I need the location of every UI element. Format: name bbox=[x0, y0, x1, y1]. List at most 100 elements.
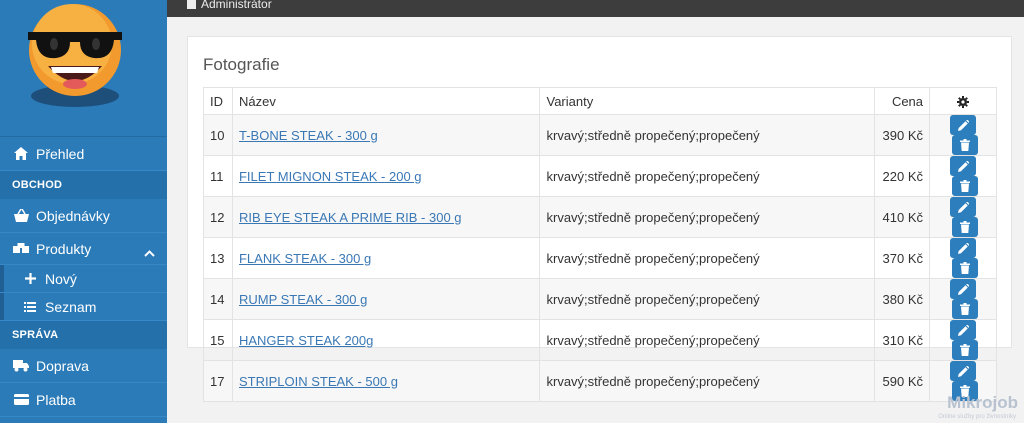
cell-id: 14 bbox=[203, 278, 233, 320]
products-table: ID Název Varianty Cena 10 T-BONE STEAK - … bbox=[203, 87, 997, 402]
sidebar-item-label: Přehled bbox=[36, 145, 85, 162]
cubes-icon bbox=[12, 242, 30, 255]
trash-icon bbox=[960, 180, 970, 192]
column-header-id[interactable]: ID bbox=[203, 87, 233, 115]
sidebar-item-label: Produkty bbox=[36, 240, 92, 257]
edit-button[interactable] bbox=[950, 197, 976, 217]
cell-price: 370 Kč bbox=[874, 237, 931, 279]
table-row: 10 T-BONE STEAK - 300 g krvavý;středně pro… bbox=[203, 114, 997, 156]
product-link[interactable]: FLANK STEAK - 300 g bbox=[239, 251, 371, 266]
sidebar-item-label: Nový bbox=[45, 270, 77, 287]
edit-button[interactable] bbox=[950, 320, 976, 340]
column-header-actions bbox=[929, 87, 997, 115]
cell-variants: krvavý;středně propečený;propečený bbox=[539, 237, 876, 279]
sidebar-item-seznam[interactable]: Seznam bbox=[0, 293, 167, 321]
avatar-area bbox=[0, 0, 167, 137]
sidebar-item-doprava[interactable]: Doprava bbox=[0, 349, 167, 383]
cell-name: FILET MIGNON STEAK - 200 g bbox=[231, 155, 541, 197]
sidebar: Přehled OBCHOD Objednávky Produkty Nový … bbox=[0, 0, 167, 423]
cell-actions bbox=[929, 319, 997, 361]
sidebar-item-label: Platba bbox=[36, 391, 76, 408]
edit-button[interactable] bbox=[950, 361, 976, 381]
user-menu[interactable]: Administrátor bbox=[187, 0, 272, 11]
cell-variants: krvavý;středně propečený;propečený bbox=[539, 196, 876, 238]
table-row: 11 FILET MIGNON STEAK - 200 g krvavý;střed… bbox=[203, 155, 997, 197]
cell-actions bbox=[929, 278, 997, 320]
delete-button[interactable] bbox=[952, 217, 978, 237]
product-link[interactable]: T-BONE STEAK - 300 g bbox=[239, 128, 378, 143]
product-link[interactable]: RUMP STEAK - 300 g bbox=[239, 292, 367, 307]
column-header-price[interactable]: Cena bbox=[874, 87, 931, 115]
edit-button[interactable] bbox=[950, 115, 976, 135]
cell-name: RUMP STEAK - 300 g bbox=[231, 278, 541, 320]
delete-button[interactable] bbox=[952, 299, 978, 319]
delete-button[interactable] bbox=[952, 176, 978, 196]
table-row: 12 RIB EYE STEAK A PRIME RIB - 300 g krvav… bbox=[203, 196, 997, 238]
delete-button[interactable] bbox=[952, 258, 978, 278]
cell-name: T-BONE STEAK - 300 g bbox=[231, 114, 541, 156]
trash-icon bbox=[960, 139, 970, 151]
edit-button[interactable] bbox=[950, 156, 976, 176]
user-name: Administrátor bbox=[201, 0, 272, 11]
cell-id: 17 bbox=[203, 360, 233, 402]
photos-panel: Fotografie ID Název Varianty Cena 10 T-BO… bbox=[187, 36, 1012, 402]
table-row: 15 HANGER STEAK 200g krvavý;středně propeč… bbox=[203, 319, 997, 361]
cell-price: 220 Kč bbox=[874, 155, 931, 197]
table-row: 13 FLANK STEAK - 300 g krvavý;středně prop… bbox=[203, 237, 997, 279]
cell-variants: krvavý;středně propečený;propečený bbox=[539, 319, 876, 361]
table-header-row: ID Název Varianty Cena bbox=[203, 87, 997, 115]
product-link[interactable]: HANGER STEAK 200g bbox=[239, 333, 373, 348]
page-title: Fotografie bbox=[203, 55, 280, 74]
cell-id: 11 bbox=[203, 155, 233, 197]
pencil-icon bbox=[957, 201, 969, 213]
plus-icon bbox=[22, 273, 38, 284]
sidebar-item-platba[interactable]: Platba bbox=[0, 383, 167, 417]
cell-price: 380 Kč bbox=[874, 278, 931, 320]
section-heading-sprava: SPRÁVA bbox=[0, 321, 167, 349]
table-row: 14 RUMP STEAK - 300 g krvavý;středně prope… bbox=[203, 278, 997, 320]
top-bar: Administrátor bbox=[167, 0, 1024, 17]
pencil-icon bbox=[957, 324, 969, 336]
chevron-up-icon[interactable] bbox=[144, 244, 155, 260]
cell-variants: krvavý;středně propečený;propečený bbox=[539, 114, 876, 156]
edit-button[interactable] bbox=[950, 238, 976, 258]
trash-icon bbox=[960, 303, 970, 315]
cell-name: FLANK STEAK - 300 g bbox=[231, 237, 541, 279]
cell-name: HANGER STEAK 200g bbox=[231, 319, 541, 361]
list-icon bbox=[22, 301, 38, 312]
cell-name: RIB EYE STEAK A PRIME RIB - 300 g bbox=[231, 196, 541, 238]
cell-variants: krvavý;středně propečený;propečený bbox=[539, 278, 876, 320]
sidebar-item-novy[interactable]: Nový bbox=[0, 265, 167, 293]
column-header-name[interactable]: Název bbox=[231, 87, 541, 115]
cell-price: 310 Kč bbox=[874, 319, 931, 361]
trash-icon bbox=[960, 344, 970, 356]
section-heading-obchod: OBCHOD bbox=[0, 171, 167, 199]
credit-card-icon bbox=[12, 394, 30, 405]
product-link[interactable]: STRIPLOIN STEAK - 500 g bbox=[239, 374, 398, 389]
column-header-variants[interactable]: Varianty bbox=[539, 87, 876, 115]
cool-emoji-avatar bbox=[28, 4, 122, 107]
sidebar-item-produkty[interactable]: Produkty bbox=[0, 233, 167, 265]
pencil-icon bbox=[957, 160, 969, 172]
sidebar-item-label: Doprava bbox=[36, 357, 89, 374]
cell-price: 410 Kč bbox=[874, 196, 931, 238]
cell-id: 13 bbox=[203, 237, 233, 279]
edit-button[interactable] bbox=[950, 279, 976, 299]
cell-price: 590 Kč bbox=[874, 360, 931, 402]
sidebar-item-prehled[interactable]: Přehled bbox=[0, 137, 167, 171]
home-icon bbox=[12, 147, 30, 160]
cell-actions bbox=[929, 114, 997, 156]
product-link[interactable]: RIB EYE STEAK A PRIME RIB - 300 g bbox=[239, 210, 462, 225]
watermark-tagline: Online služby pro živnostníky bbox=[938, 414, 1016, 420]
product-link[interactable]: FILET MIGNON STEAK - 200 g bbox=[239, 169, 422, 184]
sidebar-item-label: Seznam bbox=[45, 298, 97, 315]
sidebar-item-label: Objednávky bbox=[36, 207, 110, 224]
cell-price: 390 Kč bbox=[874, 114, 931, 156]
delete-button[interactable] bbox=[952, 340, 978, 360]
cell-actions bbox=[929, 196, 997, 238]
pencil-icon bbox=[957, 119, 969, 131]
sidebar-item-objednavky[interactable]: Objednávky bbox=[0, 199, 167, 233]
cell-variants: krvavý;středně propečený;propečený bbox=[539, 155, 876, 197]
delete-button[interactable] bbox=[952, 135, 978, 155]
pencil-icon bbox=[957, 365, 969, 377]
